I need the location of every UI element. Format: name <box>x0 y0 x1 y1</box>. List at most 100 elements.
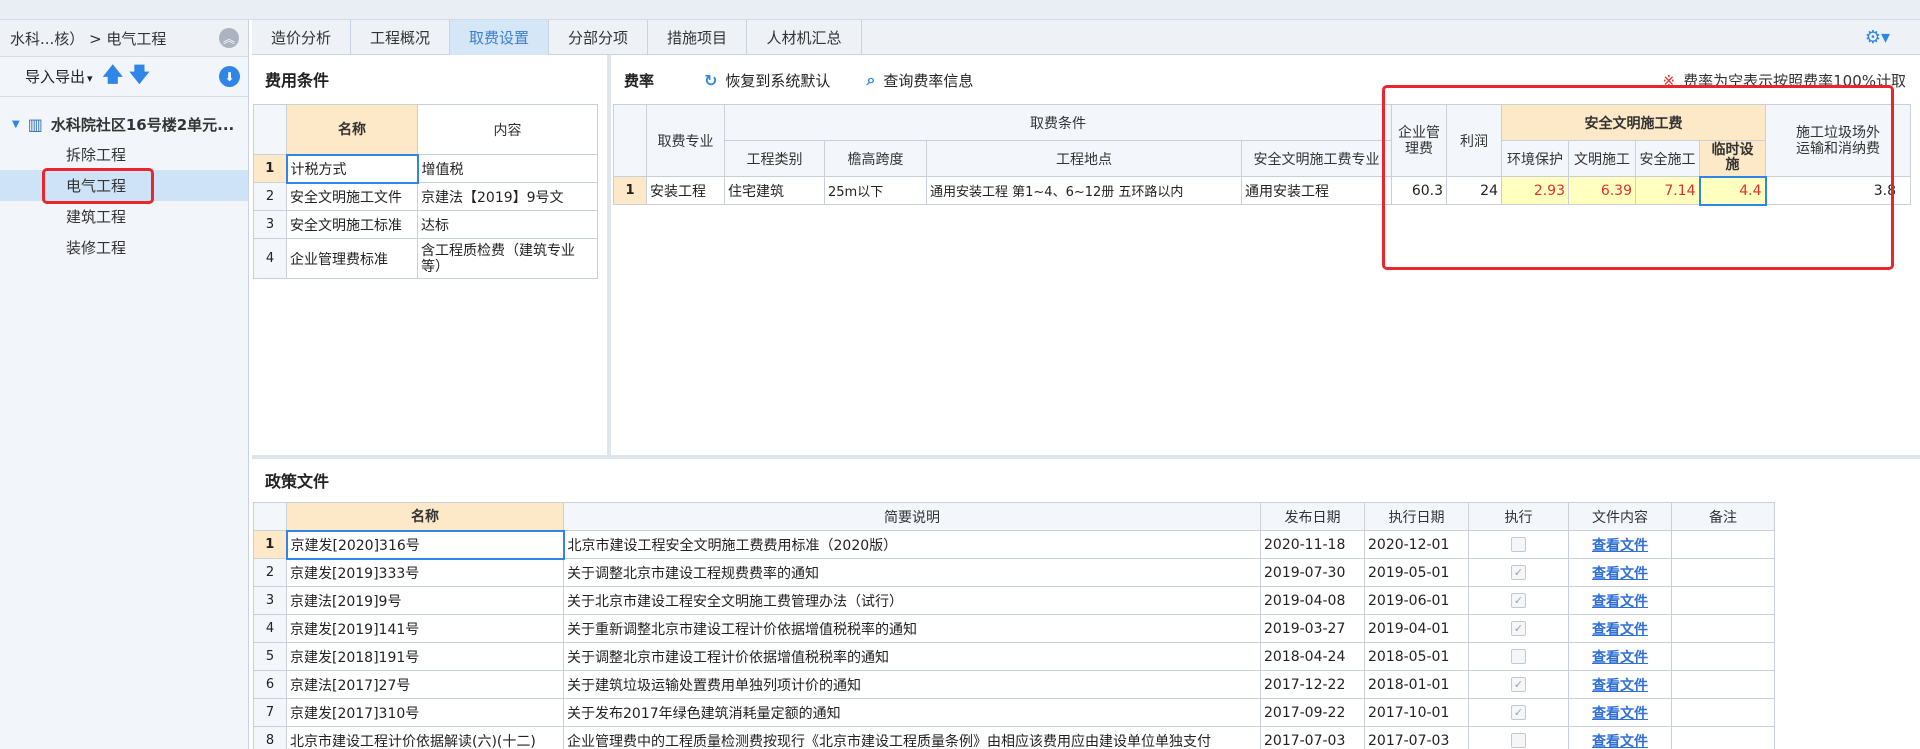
table-row[interactable]: 7 京建发[2017]310号 关于发布2017年绿色建筑消耗量定额的通知 2017-… <box>253 698 1775 727</box>
expand-triangle-icon[interactable]: ▼ <box>12 119 20 130</box>
cell-execute[interactable]: ✓ <box>1468 614 1569 643</box>
collapse-up-icon[interactable]: ︽ <box>219 28 239 48</box>
cell-name[interactable]: 京建发[2017]310号 <box>286 698 564 727</box>
cell-execute[interactable]: ✓ <box>1468 586 1569 615</box>
execute-checkbox[interactable]: ✓ <box>1511 565 1526 580</box>
execute-checkbox[interactable]: ✓ <box>1511 593 1526 608</box>
table-row[interactable]: 4 企业管理费标准 含工程质检费（建筑专业 等） <box>253 238 598 279</box>
cell-content[interactable]: 达标 <box>417 210 598 239</box>
table-row[interactable]: 2 京建发[2019]333号 关于调整北京市建设工程规费费率的通知 2019-07-… <box>253 558 1775 587</box>
tab-measures[interactable]: 措施项目 <box>648 20 747 55</box>
cell-remark[interactable] <box>1671 726 1775 749</box>
query-rate-button[interactable]: ⌕ 查询费率信息 <box>866 70 973 91</box>
cell-summary[interactable]: 关于重新调整北京市建设工程计价依据增值税税率的通知 <box>563 614 1261 643</box>
cell-name[interactable]: 北京市建设工程计价依据解读(六)(十二) <box>286 726 564 749</box>
cell-name[interactable]: 京建发[2018]191号 <box>286 642 564 671</box>
table-row[interactable]: 3 安全文明施工标准 达标 <box>253 210 598 239</box>
cell-location[interactable]: 通用安装工程 第1~4、6~12册 五环路以内 <box>926 176 1242 205</box>
cell-remark[interactable] <box>1671 642 1775 671</box>
cell-name[interactable]: 企业管理费标准 <box>286 238 418 279</box>
cell-name[interactable]: 京建法[2019]9号 <box>286 586 564 615</box>
cell-name[interactable]: 计税方式 <box>285 153 419 184</box>
cell-name[interactable]: 安全文明施工标准 <box>286 210 418 239</box>
table-row[interactable]: 5 京建发[2018]191号 关于调整北京市建设工程计价依据增值税税率的通知 201… <box>253 642 1775 671</box>
table-row[interactable]: 2 安全文明施工文件 京建法【2019】9号文 <box>253 182 598 211</box>
execute-checkbox[interactable] <box>1511 537 1526 552</box>
cell-name[interactable]: 京建发[2019]333号 <box>286 558 564 587</box>
tab-fee-settings[interactable]: 取费设置 <box>450 20 549 55</box>
execute-checkbox[interactable] <box>1511 733 1526 748</box>
table-row[interactable]: 1 京建发[2020]316号 北京市建设工程安全文明施工费费用标准（2020版） 2… <box>253 529 1775 560</box>
view-file-link[interactable]: 查看文件 <box>1592 538 1648 554</box>
cell-summary[interactable]: 关于建筑垃圾运输处置费用单独列项计价的通知 <box>563 670 1261 699</box>
execute-checkbox[interactable]: ✓ <box>1511 705 1526 720</box>
table-row[interactable]: 4 京建发[2019]141号 关于重新调整北京市建设工程计价依据增值税税率的通知 2… <box>253 614 1775 643</box>
cell-name[interactable]: 京建法[2017]27号 <box>286 670 564 699</box>
table-row[interactable]: 6 京建法[2017]27号 关于建筑垃圾运输处置费用单独列项计价的通知 2017-1… <box>253 670 1775 699</box>
cell-summary[interactable]: 关于调整北京市建设工程计价依据增值税税率的通知 <box>563 642 1261 671</box>
view-file-link[interactable]: 查看文件 <box>1592 622 1648 638</box>
cell-file-content[interactable]: 查看文件 <box>1568 670 1672 699</box>
cell-specialty[interactable]: 安装工程 <box>646 176 725 205</box>
cell-execute[interactable]: ✓ <box>1468 698 1569 727</box>
tab-project-overview[interactable]: 工程概况 <box>351 20 450 55</box>
cell-file-content[interactable]: 查看文件 <box>1568 614 1672 643</box>
cell-eave-span[interactable]: 25m以下 <box>824 176 927 205</box>
restore-default-button[interactable]: ↻ 恢复到系统默认 <box>704 70 830 91</box>
cell-execute[interactable] <box>1468 726 1569 749</box>
horizontal-splitter[interactable] <box>252 455 1920 459</box>
cell-summary[interactable]: 企业管理费中的工程质量检测费按现行《北京市建设工程质量条例》由相应该费用应由建设… <box>563 726 1261 749</box>
cell-summary[interactable]: 关于调整北京市建设工程规费费率的通知 <box>563 558 1261 587</box>
tree-item-building[interactable]: 建筑工程 <box>0 201 248 232</box>
tree-root[interactable]: ▼ ▥ 水科院社区16号楼2单元... <box>0 109 248 139</box>
cell-project-type[interactable]: 住宅建筑 <box>724 176 825 205</box>
cell-execute[interactable]: ✓ <box>1468 558 1569 587</box>
cell-file-content[interactable]: 查看文件 <box>1568 698 1672 727</box>
table-row[interactable]: 1 计税方式 增值税 <box>253 153 598 184</box>
cell-content[interactable]: 增值税 <box>417 154 598 183</box>
settings-icon[interactable]: ⚙▾ <box>1865 27 1890 48</box>
cell-execute[interactable] <box>1468 642 1569 671</box>
cell-name[interactable]: 京建发[2020]316号 <box>285 529 565 560</box>
tree-item-demolition[interactable]: 拆除工程 <box>0 139 248 170</box>
view-file-link[interactable]: 查看文件 <box>1592 650 1648 666</box>
cell-remark[interactable] <box>1671 530 1775 559</box>
table-row[interactable]: 8 北京市建设工程计价依据解读(六)(十二) 企业管理费中的工程质量检测费按现行《北… <box>253 726 1775 749</box>
move-up-arrow-icon[interactable]: 🡅 <box>103 60 124 94</box>
vertical-splitter[interactable] <box>607 55 611 455</box>
cell-remark[interactable] <box>1671 698 1775 727</box>
execute-checkbox[interactable]: ✓ <box>1511 621 1526 636</box>
cell-content[interactable]: 含工程质检费（建筑专业 等） <box>417 238 598 279</box>
tab-labor-material-summary[interactable]: 人材机汇总 <box>747 20 862 55</box>
cell-execute[interactable] <box>1468 530 1569 559</box>
table-row[interactable]: 3 京建法[2019]9号 关于北京市建设工程安全文明施工费管理办法（试行） 2019… <box>253 586 1775 615</box>
view-file-link[interactable]: 查看文件 <box>1592 706 1648 722</box>
view-file-link[interactable]: 查看文件 <box>1592 678 1648 694</box>
cell-file-content[interactable]: 查看文件 <box>1568 726 1672 749</box>
view-file-link[interactable]: 查看文件 <box>1592 734 1648 749</box>
cell-summary[interactable]: 北京市建设工程安全文明施工费费用标准（2020版） <box>563 530 1261 559</box>
execute-checkbox[interactable]: ✓ <box>1511 677 1526 692</box>
view-file-link[interactable]: 查看文件 <box>1592 566 1648 582</box>
cell-file-content[interactable]: 查看文件 <box>1568 530 1672 559</box>
cell-safety-specialty[interactable]: 通用安装工程 <box>1241 176 1392 205</box>
download-circle-icon[interactable]: ⬇ <box>219 66 240 87</box>
cell-file-content[interactable]: 查看文件 <box>1568 586 1672 615</box>
cell-name[interactable]: 安全文明施工文件 <box>286 182 418 211</box>
execute-checkbox[interactable] <box>1511 649 1526 664</box>
cell-remark[interactable] <box>1671 586 1775 615</box>
cell-content[interactable]: 京建法【2019】9号文 <box>417 182 598 211</box>
cell-summary[interactable]: 关于发布2017年绿色建筑消耗量定额的通知 <box>563 698 1261 727</box>
tab-sub-items[interactable]: 分部分项 <box>549 20 648 55</box>
cell-summary[interactable]: 关于北京市建设工程安全文明施工费管理办法（试行） <box>563 586 1261 615</box>
view-file-link[interactable]: 查看文件 <box>1592 594 1648 610</box>
cell-remark[interactable] <box>1671 614 1775 643</box>
cell-file-content[interactable]: 查看文件 <box>1568 642 1672 671</box>
import-export-button[interactable]: 导入导出 ▾ <box>25 66 93 87</box>
tree-item-decoration[interactable]: 装修工程 <box>0 232 248 263</box>
move-down-arrow-icon[interactable]: 🡇 <box>129 60 150 94</box>
cell-name[interactable]: 京建发[2019]141号 <box>286 614 564 643</box>
cell-remark[interactable] <box>1671 670 1775 699</box>
tab-cost-analysis[interactable]: 造价分析 <box>252 20 351 55</box>
cell-remark[interactable] <box>1671 558 1775 587</box>
